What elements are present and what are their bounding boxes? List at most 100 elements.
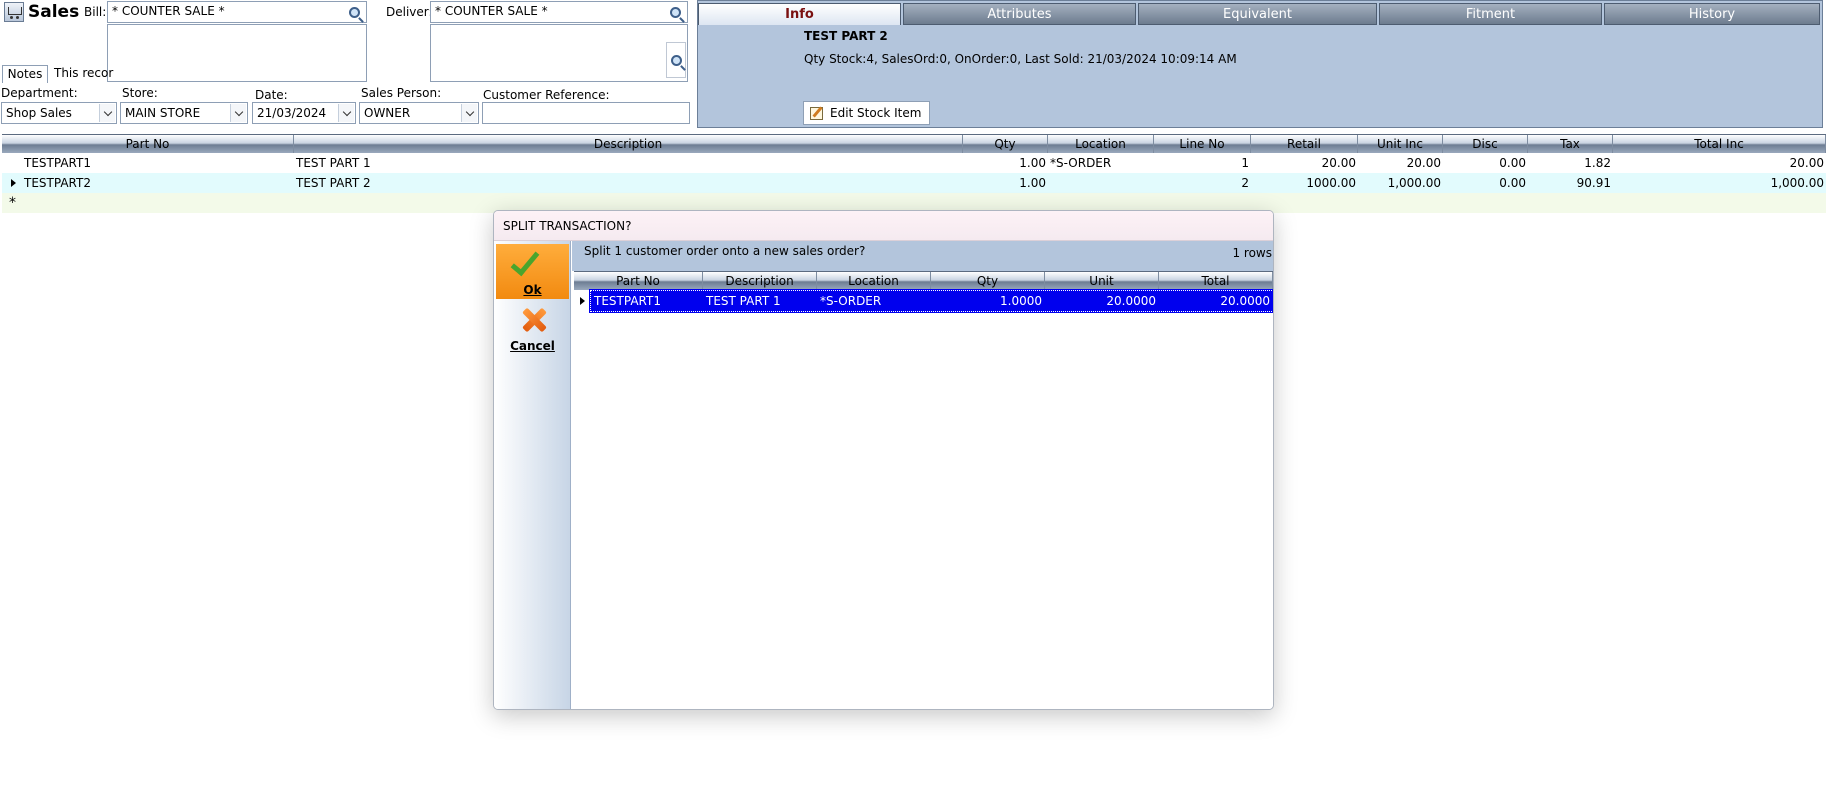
col-retail[interactable]: Retail — [1251, 135, 1358, 153]
dialog-title: SPLIT TRANSACTION? — [494, 211, 1273, 241]
chevron-down-icon[interactable] — [230, 104, 246, 122]
col-part-no[interactable]: Part No — [2, 135, 294, 153]
stock-info-panel: Info Attributes Equivalent Fitment Histo… — [697, 0, 1823, 128]
col-qty[interactable]: Qty — [963, 135, 1048, 153]
col-disc[interactable]: Disc — [1443, 135, 1528, 153]
store-value: MAIN STORE — [125, 106, 201, 120]
cell-disc[interactable]: 0.00 — [1443, 173, 1528, 193]
cell-unit-inc[interactable]: 20.00 — [1358, 153, 1443, 173]
customer-reference-label: Customer Reference: — [483, 88, 610, 102]
deliver-search-icon[interactable] — [665, 2, 685, 22]
search-icon — [669, 6, 681, 18]
date-value: 21/03/2024 — [257, 106, 327, 120]
dlg-cell-location[interactable]: *S-ORDER — [817, 291, 931, 311]
search-icon — [670, 54, 682, 66]
col-line-no[interactable]: Line No — [1154, 135, 1251, 153]
department-select[interactable]: Shop Sales — [1, 102, 117, 124]
ok-label: Ok — [523, 283, 542, 297]
cell-line-no[interactable]: 1 — [1154, 153, 1251, 173]
dlg-col-description[interactable]: Description — [703, 272, 817, 290]
dialog-body: Split 1 customer order onto a new sales … — [572, 241, 1273, 709]
tab-info[interactable]: Info — [698, 3, 901, 25]
dialog-action-bar: Ok Cancel — [494, 241, 571, 709]
dlg-col-unit[interactable]: Unit — [1045, 272, 1159, 290]
dlg-col-total[interactable]: Total — [1159, 272, 1273, 290]
deliver-input[interactable]: * COUNTER SALE * — [430, 1, 688, 23]
tab-notes[interactable]: Notes — [2, 65, 48, 83]
cell-location[interactable] — [1048, 173, 1154, 193]
col-location[interactable]: Location — [1048, 135, 1154, 153]
department-value: Shop Sales — [6, 106, 72, 120]
date-picker[interactable]: 21/03/2024 — [252, 102, 356, 124]
col-total-inc[interactable]: Total Inc — [1613, 135, 1826, 153]
sales-app-icon — [4, 2, 24, 22]
cell-location[interactable]: *S-ORDER — [1048, 153, 1154, 173]
cancel-x-icon — [520, 306, 548, 334]
col-description[interactable]: Description — [294, 135, 963, 153]
search-icon — [348, 6, 360, 18]
cell-description[interactable]: TEST PART 1 — [294, 153, 963, 173]
cancel-button[interactable]: Cancel — [496, 303, 569, 353]
tab-fitment[interactable]: Fitment — [1379, 3, 1602, 25]
chevron-down-icon[interactable] — [461, 104, 477, 122]
dlg-cell-part-no[interactable]: TESTPART1 — [591, 291, 703, 311]
dlg-col-part-no[interactable]: Part No — [574, 272, 703, 290]
customer-reference-input[interactable] — [482, 102, 690, 124]
tab-equivalent[interactable]: Equivalent — [1138, 3, 1377, 25]
ok-button[interactable]: Ok — [496, 244, 569, 299]
cell-part-no[interactable]: TESTPART1 — [22, 153, 294, 173]
tab-history[interactable]: History — [1604, 3, 1820, 25]
cell-qty[interactable]: 1.00 — [963, 153, 1048, 173]
tab-attributes[interactable]: Attributes — [903, 3, 1136, 25]
dlg-cell-unit[interactable]: 20.0000 — [1045, 291, 1159, 311]
dlg-cell-description[interactable]: TEST PART 1 — [703, 291, 817, 311]
cell-total-inc[interactable]: 1,000.00 — [1613, 173, 1826, 193]
table-row[interactable]: TESTPART1 TEST PART 1 1.00 *S-ORDER 1 20… — [2, 153, 1826, 173]
store-label: Store: — [122, 86, 158, 100]
cell-part-no[interactable]: TESTPART2 — [22, 173, 294, 193]
cell-description[interactable]: TEST PART 2 — [294, 173, 963, 193]
dlg-col-location[interactable]: Location — [817, 272, 931, 290]
cell-tax[interactable]: 1.82 — [1528, 153, 1613, 173]
cell-retail[interactable]: 20.00 — [1251, 153, 1358, 173]
salesperson-value: OWNER — [364, 106, 411, 120]
col-tax[interactable]: Tax — [1528, 135, 1613, 153]
edit-icon — [810, 107, 823, 120]
checkmark-icon — [510, 245, 540, 277]
app-title-text: Sales — [28, 2, 80, 22]
deliver-address-search-icon[interactable] — [666, 42, 686, 78]
salesperson-select[interactable]: OWNER — [359, 102, 479, 124]
deliver-address-field[interactable] — [430, 24, 688, 82]
table-row[interactable]: TESTPART2 TEST PART 2 1.00 2 1000.00 1,0… — [2, 173, 1826, 193]
store-select[interactable]: MAIN STORE — [120, 102, 248, 124]
col-unit-inc[interactable]: Unit Inc — [1358, 135, 1443, 153]
row-pointer-icon — [580, 297, 585, 305]
bill-search-icon[interactable] — [344, 2, 364, 22]
split-transaction-dialog: SPLIT TRANSACTION? Ok Cancel Split 1 cus… — [493, 210, 1274, 710]
row-pointer-icon — [11, 179, 16, 187]
dlg-cell-qty[interactable]: 1.0000 — [931, 291, 1045, 311]
chevron-down-icon[interactable] — [99, 104, 115, 122]
cell-qty[interactable]: 1.00 — [963, 173, 1048, 193]
cell-tax[interactable]: 90.91 — [1528, 173, 1613, 193]
cell-line-no[interactable]: 2 — [1154, 173, 1251, 193]
chevron-down-icon[interactable] — [338, 104, 354, 122]
cell-retail[interactable]: 1000.00 — [1251, 173, 1358, 193]
bill-address-field[interactable] — [107, 24, 367, 82]
selected-row[interactable]: TESTPART1 TEST PART 1 *S-ORDER 1.0000 20… — [589, 289, 1273, 313]
dlg-col-qty[interactable]: Qty — [931, 272, 1045, 290]
cell-unit-inc[interactable]: 1,000.00 — [1358, 173, 1443, 193]
dialog-table-row[interactable]: TESTPART1 TEST PART 1 *S-ORDER 1.0000 20… — [574, 289, 1273, 313]
salesperson-label: Sales Person: — [361, 86, 442, 100]
info-part-title: TEST PART 2 — [804, 29, 888, 43]
deliver-label: Deliver: — [386, 5, 433, 19]
bill-input[interactable]: * COUNTER SALE * — [107, 1, 367, 23]
department-label: Department: — [1, 86, 78, 100]
cell-total-inc[interactable]: 20.00 — [1613, 153, 1826, 173]
edit-stock-item-button[interactable]: Edit Stock Item — [803, 101, 931, 125]
dlg-cell-total[interactable]: 20.0000 — [1159, 291, 1273, 311]
cell-disc[interactable]: 0.00 — [1443, 153, 1528, 173]
date-label: Date: — [255, 88, 288, 102]
info-stock-summary: Qty Stock:4, SalesOrd:0, OnOrder:0, Last… — [804, 52, 1237, 66]
bill-label: Bill: — [84, 5, 107, 19]
